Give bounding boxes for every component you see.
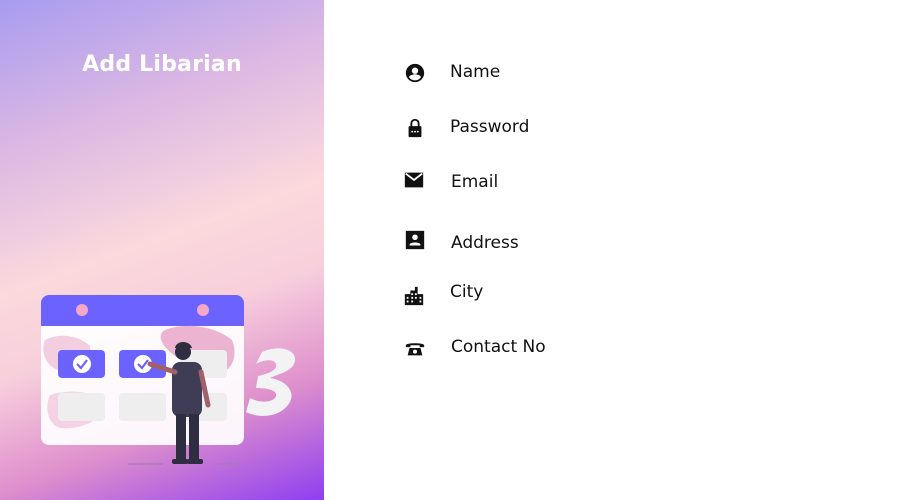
lock-icon xyxy=(404,117,426,139)
email-field[interactable]: Email xyxy=(451,172,498,192)
left-panel: Add Libarian xyxy=(0,0,324,500)
account-circle-icon xyxy=(404,62,426,84)
address-field[interactable]: Address xyxy=(451,233,519,253)
contact-no-field[interactable]: Contact No xyxy=(451,337,546,357)
contact-card-icon xyxy=(404,229,426,251)
mail-icon xyxy=(403,169,425,191)
password-field[interactable]: Password xyxy=(450,117,529,137)
phone-icon xyxy=(404,337,426,359)
name-field[interactable]: Name xyxy=(450,62,500,82)
city-field[interactable]: City xyxy=(450,282,483,302)
calendar-illustration xyxy=(41,295,296,465)
city-buildings-icon xyxy=(403,285,425,307)
